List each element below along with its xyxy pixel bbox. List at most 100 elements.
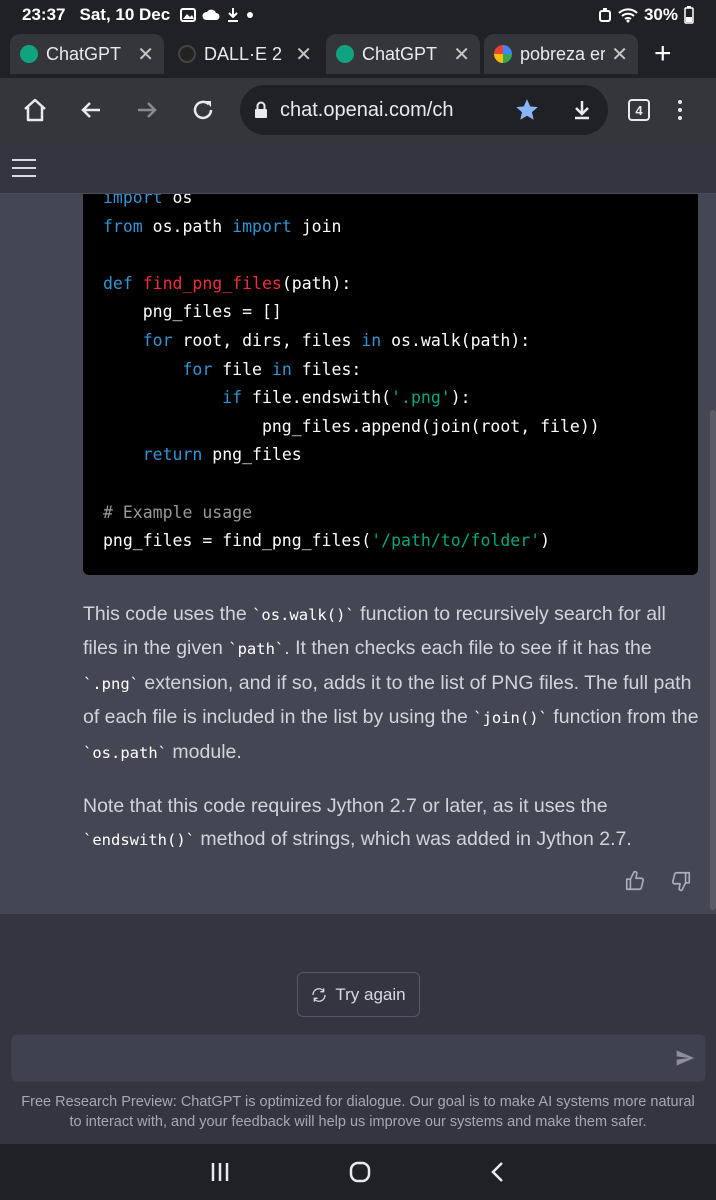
code-line: png_files = find_png_files('/path/to/fol… <box>103 527 678 556</box>
try-again-button[interactable]: Try again <box>297 972 420 1017</box>
code-line: import os <box>103 194 678 213</box>
reload-button[interactable] <box>182 89 224 131</box>
close-icon[interactable]: ✕ <box>137 42 154 67</box>
message-paragraph-1: This code uses the `os.walk()` function … <box>83 598 703 770</box>
openai-icon <box>178 45 196 63</box>
status-date: Sat, 10 Dec <box>79 5 171 24</box>
code-line: # Example usage <box>103 499 678 528</box>
code-token: join <box>291 216 342 236</box>
browser-toolbar: chat.openai.com/ch 4 <box>0 78 716 142</box>
hamburger-menu-icon[interactable] <box>12 158 36 177</box>
home-button[interactable] <box>14 89 56 131</box>
tab-switcher-button[interactable]: 4 <box>628 99 650 121</box>
try-again-label: Try again <box>335 984 406 1004</box>
inline-code: `join()` <box>473 709 548 728</box>
message-text: module. <box>167 740 242 763</box>
gallery-icon <box>180 8 197 22</box>
inline-code: `os.path` <box>83 743 167 762</box>
browser-tab-2[interactable]: DALL·E 2 ✕ <box>168 34 322 74</box>
inline-code: `path` <box>228 640 285 659</box>
browser-tab-strip: ChatGPT ✕ DALL·E 2 ✕ ChatGPT ✕ pobreza e… <box>0 30 716 78</box>
page-scrollbar[interactable] <box>710 410 716 910</box>
code-line: for root, dirs, files in os.walk(path): <box>103 327 678 356</box>
message-paragraph-2: Note that this code requires Jython 2.7 … <box>83 790 703 858</box>
code-line: png_files.append(join(root, file)) <box>103 413 678 442</box>
code-token: (path): <box>281 273 352 293</box>
more-menu-icon[interactable] <box>678 100 682 120</box>
star-icon[interactable] <box>514 97 540 123</box>
code-token: in <box>361 330 382 350</box>
battery-percent: 30% <box>643 5 678 24</box>
code-token: file.endswith( <box>242 388 392 408</box>
wifi-icon <box>618 8 638 23</box>
new-tab-button[interactable]: + <box>654 39 672 69</box>
code-line: from os.path import join <box>103 213 678 242</box>
tab-label: DALL·E 2 <box>204 43 283 64</box>
code-token: if <box>222 388 243 408</box>
code-token: find_png_files <box>142 273 282 293</box>
code-token: '/path/to/folder' <box>371 531 541 551</box>
notification-icons <box>180 7 254 23</box>
inline-code: `endswith()` <box>83 831 195 850</box>
close-icon[interactable]: ✕ <box>611 42 628 67</box>
code-token: from <box>103 216 143 236</box>
tab-label: ChatGPT <box>46 43 122 64</box>
download-icon[interactable] <box>570 98 594 122</box>
footer-disclaimer: Free Research Preview: ChatGPT is optimi… <box>21 1094 695 1130</box>
code-line: return png_files <box>103 441 678 470</box>
recent-apps-icon[interactable] <box>208 1161 232 1183</box>
message-text: . It then checks each file to see if it … <box>284 637 652 660</box>
code-token: for <box>182 359 213 379</box>
code-token: root, dirs, files <box>172 330 362 350</box>
dot-icon <box>247 12 254 18</box>
code-token: png_files = find_png_files( <box>103 531 372 551</box>
send-icon[interactable] <box>675 1048 695 1068</box>
address-bar[interactable]: chat.openai.com/ch <box>240 85 608 135</box>
home-nav-icon[interactable] <box>348 1160 372 1184</box>
tab-label: pobreza er <box>520 43 606 64</box>
code-token: import <box>103 194 163 207</box>
code-token: '.png' <box>391 388 451 408</box>
code-line: def find_png_files(path): <box>103 270 678 299</box>
code-token: for <box>142 330 173 350</box>
battery-icon <box>684 6 694 24</box>
arrow-left-icon <box>81 102 100 118</box>
close-icon[interactable]: ✕ <box>453 42 470 67</box>
close-icon[interactable]: ✕ <box>295 42 312 67</box>
prompt-input[interactable] <box>12 1035 705 1081</box>
code-token: png_files <box>202 445 302 465</box>
code-token: ) <box>540 531 551 551</box>
code-line: png_files = [] <box>103 298 678 327</box>
inline-code: `.png` <box>83 674 139 693</box>
thumbs-up-icon[interactable] <box>624 870 646 892</box>
status-bar: 23:37 Sat, 10 Dec 30% <box>0 0 716 30</box>
thumbs-down-icon[interactable] <box>670 870 692 892</box>
back-button[interactable] <box>70 89 112 131</box>
openai-icon <box>20 45 38 63</box>
composer-area: Try again Free Research Preview: ChatGPT… <box>0 914 716 1144</box>
code-token: os.walk(path): <box>381 330 531 350</box>
app-header <box>0 142 716 194</box>
browser-tab-1[interactable]: ChatGPT ✕ <box>10 34 164 74</box>
system-nav-bar <box>0 1144 716 1200</box>
code-line: if file.endswith('.png'): <box>103 384 678 413</box>
code-token: os.path <box>142 216 233 236</box>
code-token: def <box>103 273 133 293</box>
openai-icon <box>336 45 354 63</box>
code-token: files: <box>291 359 362 379</box>
alarm-icon <box>598 8 611 22</box>
home-icon <box>24 98 46 122</box>
code-token: in <box>271 359 292 379</box>
download-icon <box>228 8 239 22</box>
back-nav-icon[interactable] <box>488 1160 508 1184</box>
browser-tab-3[interactable]: ChatGPT ✕ <box>326 34 480 74</box>
forward-button[interactable] <box>126 89 168 131</box>
arrow-right-icon <box>138 102 157 118</box>
browser-tab-4[interactable]: pobreza er ✕ <box>484 34 638 74</box>
code-token: png_files.append(join(root, file)) <box>103 416 600 436</box>
